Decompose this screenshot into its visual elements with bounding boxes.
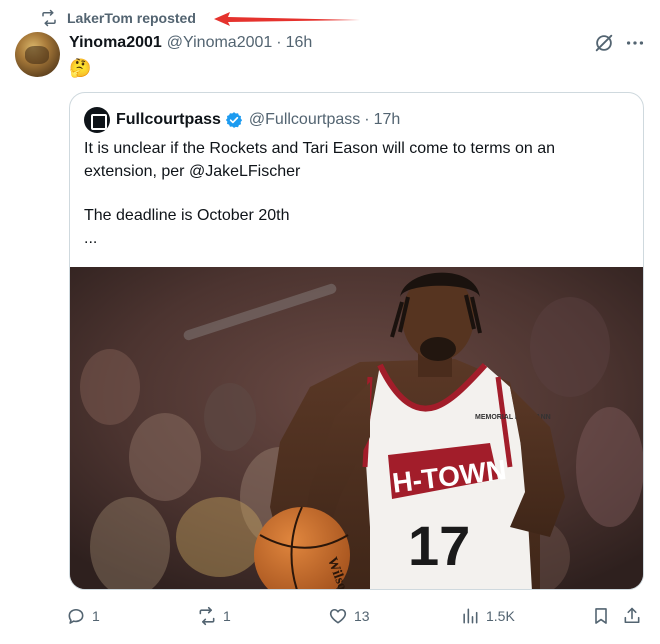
- repost-icon: [199, 606, 215, 626]
- tweet-header: Yinoma2001 @Yinoma2001 · 16h: [69, 32, 312, 54]
- share-button[interactable]: [622, 604, 648, 628]
- separator-dot: ·: [364, 111, 370, 128]
- quoted-author-handle[interactable]: @Fullcourtpass: [249, 111, 360, 129]
- tweet-time[interactable]: 16h: [286, 34, 313, 52]
- quoted-time[interactable]: 17h: [374, 111, 401, 129]
- bookmark-button[interactable]: [591, 604, 617, 628]
- share-icon: [624, 607, 640, 624]
- quoted-text-line: The deadline is October 20th: [84, 207, 290, 224]
- views-count: 1.5K: [486, 608, 515, 624]
- author-handle[interactable]: @Yinoma2001: [167, 34, 273, 52]
- repost-icon: [42, 9, 56, 27]
- action-bar: 1 1 13 1.5K: [66, 604, 646, 628]
- repost-button[interactable]: 1: [197, 604, 231, 628]
- verified-icon: [225, 112, 243, 128]
- reply-icon: [68, 608, 84, 624]
- reply-count: 1: [92, 608, 100, 624]
- quoted-tweet-text: It is unclear if the Rockets and Tari Ea…: [84, 138, 624, 250]
- grok-icon[interactable]: [593, 32, 615, 54]
- reply-button[interactable]: 1: [66, 604, 100, 628]
- quoted-photo[interactable]: MEMORIAL HERMANN H-TOWN 17 Wilson: [70, 267, 643, 589]
- quoted-text-line: ...: [84, 229, 98, 247]
- bookmark-icon: [595, 608, 607, 624]
- views-icon: [463, 608, 478, 624]
- quoted-avatar[interactable]: [84, 107, 110, 133]
- author-name[interactable]: Yinoma2001: [69, 34, 162, 52]
- avatar[interactable]: [15, 32, 60, 77]
- quoted-tweet[interactable]: Fullcourtpass @Fullcourtpass · 17h It is…: [69, 92, 644, 590]
- basketball-player-image: MEMORIAL HERMANN H-TOWN 17 Wilson: [70, 267, 643, 589]
- like-count: 13: [354, 608, 370, 624]
- repost-label: LakerTom reposted: [67, 10, 196, 26]
- quoted-tweet-header: Fullcourtpass @Fullcourtpass · 17h: [84, 107, 400, 133]
- like-button[interactable]: 13: [328, 604, 370, 628]
- annotation-arrow: [214, 12, 360, 26]
- like-icon: [329, 608, 347, 624]
- views-button[interactable]: 1.5K: [460, 604, 515, 628]
- more-icon[interactable]: [624, 32, 646, 54]
- separator-dot: ·: [276, 34, 282, 51]
- repost-count: 1: [223, 608, 231, 624]
- quoted-author-name[interactable]: Fullcourtpass: [116, 111, 221, 129]
- jersey-number: 17: [408, 514, 470, 577]
- tweet-text: 🤔: [69, 58, 92, 78]
- quoted-text-line: It is unclear if the Rockets and Tari Ea…: [84, 140, 560, 180]
- repost-indicator[interactable]: LakerTom reposted: [40, 8, 196, 28]
